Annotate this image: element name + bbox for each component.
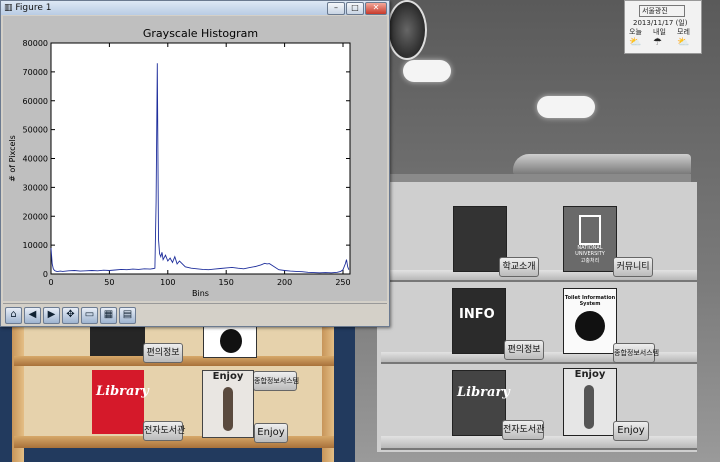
figure-icon: ▥ (4, 3, 13, 13)
y-tick-label: 10000 (23, 241, 48, 250)
weather-tomorrow: 내일 ☂ (653, 27, 673, 48)
y-tick-label: 20000 (23, 212, 48, 221)
back-icon[interactable]: ◀ (24, 307, 41, 324)
tag-convenience-info[interactable]: 편의정보 (504, 340, 544, 360)
tag-electronic-library[interactable]: 전자도서관 (502, 420, 544, 440)
axes-box (50, 42, 351, 275)
x-tick-label: 50 (104, 278, 114, 287)
head-graphic-icon (575, 311, 605, 341)
book-national-university[interactable]: NATIONAL UNIVERSITY 고충처리 (563, 206, 617, 272)
book-toilet-left[interactable] (203, 326, 257, 358)
y-tick-label: 0 (43, 270, 48, 279)
x-tick-label: 100 (160, 278, 175, 287)
window-title: Figure 1 (15, 3, 52, 13)
close-button[interactable]: ✕ (365, 2, 387, 15)
x-tick-label: 0 (48, 278, 53, 287)
home-icon[interactable]: ⌂ (5, 307, 22, 324)
tag-integrated-info[interactable]: 종합정보서스템 (613, 343, 659, 363)
forward-icon[interactable]: ▶ (43, 307, 60, 324)
y-tick-label: 30000 (23, 183, 48, 192)
region-select[interactable]: 서울광진 (639, 5, 685, 17)
weather-today: 오늘 ⛅ (629, 27, 649, 48)
book-library-left[interactable]: Library (92, 370, 149, 434)
cloud-rain-icon: ☂ (653, 37, 662, 48)
figure-graphic (584, 385, 594, 429)
book-library-title: Library (96, 384, 149, 399)
book-library[interactable]: Library (452, 370, 510, 436)
pan-icon[interactable]: ✥ (62, 307, 79, 324)
book-info[interactable]: INFO (452, 288, 506, 354)
train-graphic (513, 154, 691, 174)
tag-info-system[interactable]: 종합정보서스템 (253, 371, 299, 391)
book-enjoy-left[interactable]: Enjoy (202, 370, 254, 438)
weather-widget: 서울광진 2013/11/17 (일) 오늘 ⛅ 내일 ☂ 모레 ⛅ (624, 0, 702, 54)
tag-community[interactable]: 커뮤니티 (613, 257, 653, 277)
figure-graphic (223, 387, 233, 431)
cloud-sun-icon: ⛅ (677, 37, 690, 48)
book-toilet-info[interactable]: Toilet Information System (563, 288, 617, 354)
minimize-button[interactable]: – (327, 2, 345, 15)
right-bookshelf-page: 서울광진 2013/11/17 (일) 오늘 ⛅ 내일 ☂ 모레 ⛅ 학교소개 NAT… (355, 0, 720, 462)
plot-area: Grayscale Histogram Bins # of Pixcels 0 50 10… (3, 16, 387, 301)
y-tick-label: 80000 (23, 39, 48, 48)
zoom-icon[interactable]: ▭ (81, 307, 98, 324)
y-tick-label: 50000 (23, 126, 48, 135)
tag-enjoy[interactable]: Enjoy (254, 423, 288, 443)
y-tick-label: 60000 (23, 97, 48, 106)
book-enjoy-title: Enjoy (212, 371, 244, 382)
cloud-1 (403, 60, 451, 82)
cloud-sun-icon: ⛅ (629, 37, 642, 48)
door-graphic (579, 215, 601, 245)
tag-enjoy-right[interactable]: Enjoy (613, 421, 649, 441)
book-enjoy[interactable]: Enjoy (563, 368, 617, 436)
x-tick-label: 150 (219, 278, 234, 287)
x-tick-label: 200 (277, 278, 292, 287)
y-tick-label: 40000 (23, 155, 48, 164)
figure-window[interactable]: ▥ Figure 1 – □ ✕ Grayscale Histogram Bins… (0, 0, 390, 327)
tag-e-library[interactable]: 전자도서관 (143, 421, 185, 441)
weather-after: 모레 ⛅ (677, 27, 697, 48)
navigation-toolbar: ⌂ ◀ ▶ ✥ ▭ ▦ ▤ (3, 303, 387, 326)
shelf-top (389, 174, 691, 182)
cloud-2 (537, 96, 595, 118)
tag-school-intro[interactable]: 학교소개 (499, 257, 539, 277)
y-tick-label: 70000 (23, 68, 48, 77)
bookshelf-frame (377, 182, 697, 452)
histogram-chart: Grayscale Histogram Bins # of Pixcels 0 50 10… (8, 27, 351, 298)
x-axis-label: Bins (192, 289, 209, 298)
chart-title: Grayscale Histogram (143, 27, 258, 40)
maximize-button[interactable]: □ (346, 2, 364, 15)
university-logo[interactable] (387, 0, 427, 60)
head-graphic-icon (220, 329, 242, 353)
subplots-icon[interactable]: ▦ (100, 307, 117, 324)
book-info-left[interactable] (90, 326, 145, 356)
y-axis-label: # of Pixcels (8, 135, 17, 182)
x-tick-label: 250 (335, 278, 350, 287)
save-icon[interactable]: ▤ (119, 307, 136, 324)
tag-convenience[interactable]: 편의정보 (143, 343, 183, 363)
